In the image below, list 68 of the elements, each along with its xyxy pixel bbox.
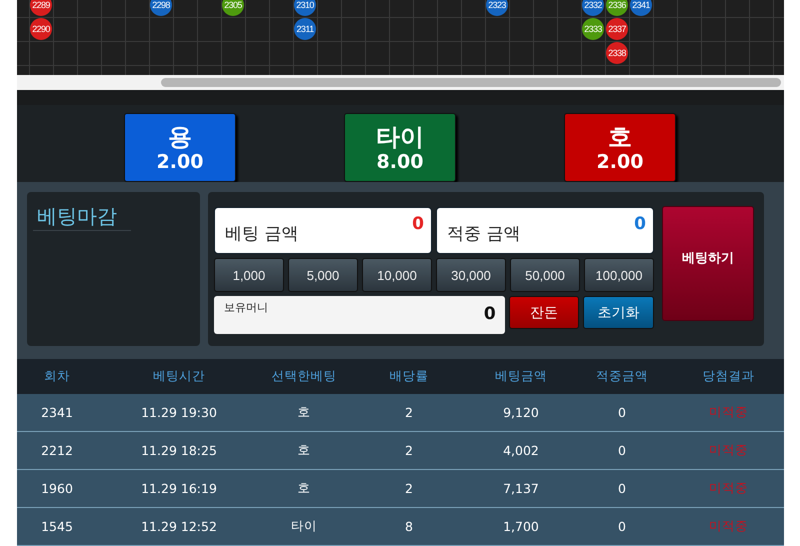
column-header: 선택한베팅: [270, 368, 338, 385]
status-title: 베팅마감: [33, 202, 131, 231]
scrollbar-thumb[interactable]: [161, 78, 781, 87]
column-header: 베팅시간: [152, 368, 206, 385]
table-cell-text: 0: [617, 443, 627, 458]
table-cell-text: 8: [404, 519, 414, 534]
table-cell-text: 0: [617, 519, 627, 534]
table-cell-text: 2: [404, 443, 414, 458]
table-cell-text: 타이: [290, 518, 318, 535]
chip-button[interactable]: 1,000: [214, 258, 284, 292]
table-cell-text: 4,002: [502, 443, 540, 458]
chip-button[interactable]: 100,000: [584, 258, 654, 292]
column-header: 배당률: [388, 368, 430, 385]
table-cell-text: 1,700: [502, 519, 540, 534]
bead: 2341: [630, 0, 652, 16]
table-cell-text: 0: [617, 405, 627, 420]
table-cell-text: 11.29 19:30: [140, 405, 218, 420]
bet-amount-label: 베팅 금액: [225, 223, 298, 246]
bet-amount-value: 0: [412, 214, 424, 236]
table-cell-text: 미적중: [708, 404, 749, 421]
table-cell-text: 1545: [40, 519, 74, 534]
table-cell-text: 11.29 18:25: [140, 443, 218, 458]
bet-option-button[interactable]: 호 2.00: [564, 113, 676, 182]
table-cell-text: 미적중: [708, 518, 749, 535]
table-cell-text: 2: [404, 481, 414, 496]
bet-option-button[interactable]: 용 2.00: [124, 113, 236, 182]
bead: 2310: [294, 0, 316, 16]
table-cell-text: 미적중: [708, 480, 749, 497]
bead: 2311: [294, 18, 316, 40]
win-amount-value: 0: [634, 214, 646, 236]
bet-option-button[interactable]: 타이 8.00: [344, 113, 456, 182]
table-cell-text: 11.29 12:52: [140, 519, 218, 534]
chip-button[interactable]: 30,000: [436, 258, 506, 292]
bead: 2337: [606, 18, 628, 40]
bead: 2332: [582, 0, 604, 16]
bead: 2336: [606, 0, 628, 16]
table-cell-text: 2: [404, 405, 414, 420]
bead: 2290: [30, 18, 52, 40]
bead: 2323: [486, 0, 508, 16]
chip-button[interactable]: 5,000: [288, 258, 358, 292]
column-header: 당첨결과: [702, 368, 756, 385]
place-bet-button[interactable]: 베팅하기: [662, 206, 754, 321]
column-header: 베팅금액: [494, 368, 548, 385]
balance-value: 0: [484, 304, 496, 326]
table-cell-text: 2341: [40, 405, 74, 420]
table-cell-text: 호: [296, 480, 312, 497]
table-cell-text: 0: [617, 481, 627, 496]
bead: 2333: [582, 18, 604, 40]
table-cell-text: 11.29 16:19: [140, 481, 218, 496]
chip-button[interactable]: 10,000: [362, 258, 432, 292]
table-cell-text: 9,120: [502, 405, 540, 420]
reset-button[interactable]: 초기화: [583, 296, 654, 329]
bead: 2305: [222, 0, 244, 16]
chip-button[interactable]: 50,000: [510, 258, 580, 292]
table-cell-text: 2212: [40, 443, 74, 458]
column-header: 적중금액: [595, 368, 649, 385]
table-cell-text: 7,137: [502, 481, 540, 496]
table-cell-text: 호: [296, 404, 312, 421]
change-button[interactable]: 잔돈: [508, 296, 580, 329]
bead: 2338: [606, 42, 628, 64]
table-cell-text: 호: [296, 442, 312, 459]
column-header: 회차: [43, 368, 71, 385]
bead: 2289: [30, 0, 52, 16]
balance-label: 보유머니: [224, 300, 268, 316]
table-cell-text: 1960: [40, 481, 74, 496]
bead: 2298: [150, 0, 172, 16]
win-amount-label: 적중 금액: [447, 223, 520, 246]
table-cell-text: 미적중: [708, 442, 749, 459]
